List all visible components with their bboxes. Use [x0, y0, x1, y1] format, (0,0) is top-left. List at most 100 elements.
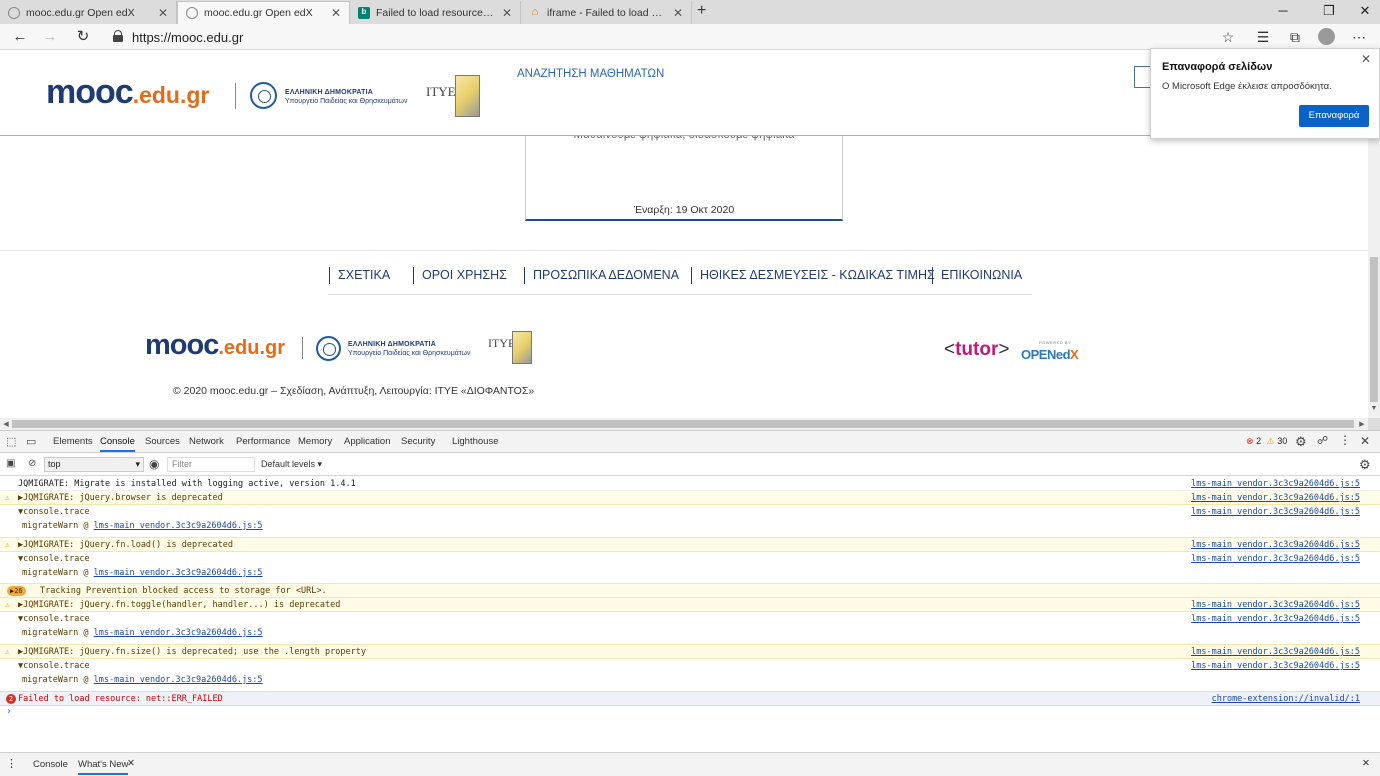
trace-link[interactable]: lms-main_vendor.3c3c9a2604d6.js:5	[94, 628, 263, 638]
favorites-list-icon[interactable]: ☰	[1253, 28, 1273, 46]
source-link[interactable]: lms-main_vendor.3c3c9a2604d6.js:5	[1191, 614, 1360, 624]
itye-logo-icon	[455, 75, 480, 117]
new-tab-icon[interactable]: +	[697, 2, 706, 20]
console-toolbar: ▣ ⊘ top ◉ Filter Default levels ▾ ⚙	[0, 453, 1380, 476]
source-link[interactable]: lms-main_vendor.3c3c9a2604d6.js:5	[1191, 540, 1360, 550]
console-prompt[interactable]: ›	[6, 706, 12, 717]
console-message[interactable]: JQMIGRATE: Migrate is installed with log…	[0, 477, 1380, 491]
close-tab-icon[interactable]: ✕	[673, 6, 683, 20]
devtools-tab-elements[interactable]: Elements	[53, 431, 93, 452]
back-icon[interactable]: ←	[8, 27, 32, 47]
drawer-tab-whats-new[interactable]: What's New	[78, 759, 129, 775]
collections-icon[interactable]: ⧉	[1285, 28, 1305, 46]
source-link[interactable]: lms-main_vendor.3c3c9a2604d6.js:5	[1191, 661, 1360, 671]
more-menu-icon[interactable]: ⋯	[1349, 28, 1369, 46]
devtools-menu-icon[interactable]: ⋮	[1339, 433, 1351, 447]
scroll-right-icon[interactable]: ▶	[1356, 420, 1368, 428]
tutor-logo: <tutor>	[944, 339, 1010, 360]
footer-link-privacy[interactable]: ΠΡΟΣΩΠΙΚΑ ΔΕΔΟΜΕΝΑ	[524, 267, 679, 284]
source-link[interactable]: lms-main_vendor.3c3c9a2604d6.js:5	[1191, 647, 1360, 657]
console-trace[interactable]: ▼console.trace lms-main_vendor.3c3c9a260…	[0, 552, 1380, 584]
restore-button[interactable]: Επαναφορά	[1299, 105, 1369, 127]
console-warning[interactable]: ⚠ ▶JQMIGRATE: jQuery.fn.toggle(handler, …	[0, 598, 1380, 612]
close-drawer-tab-icon[interactable]: ✕	[127, 758, 135, 769]
scroll-left-icon[interactable]: ◀	[0, 420, 12, 428]
scroll-thumb[interactable]	[1370, 257, 1378, 402]
console-settings-gear-icon[interactable]: ⚙	[1359, 457, 1371, 473]
forward-icon[interactable]: →	[38, 27, 62, 47]
source-link[interactable]: chrome-extension://invalid/:1	[1212, 694, 1360, 704]
scroll-down-icon[interactable]: ▼	[1368, 405, 1380, 412]
console-message-group[interactable]: ▶26 Tracking Prevention blocked access t…	[0, 584, 1380, 598]
device-toolbar-icon[interactable]: ▭	[26, 435, 36, 448]
close-tab-icon[interactable]: ✕	[158, 6, 168, 20]
source-link[interactable]: lms-main_vendor.3c3c9a2604d6.js:5	[1191, 493, 1360, 503]
reload-icon[interactable]: ↻	[71, 27, 95, 47]
filter-input[interactable]: Filter	[167, 457, 255, 472]
devtools-tab-performance[interactable]: Performance	[236, 431, 290, 452]
devtools-tab-lighthouse[interactable]: Lighthouse	[452, 431, 498, 452]
close-devtools-icon[interactable]: ✕	[1360, 434, 1370, 448]
settings-gear-icon[interactable]: ⚙	[1295, 434, 1307, 450]
error-count-badge: 2	[6, 694, 16, 704]
issue-counters[interactable]: ⊗ 2 ⚠ 30	[1246, 436, 1287, 447]
copyright-text: © 2020 mooc.edu.gr – Σχεδίαση, Ανάπτυξη,…	[173, 385, 535, 397]
footer-link-contact[interactable]: ΕΠΙΚΟΙΝΩΝΙΑ	[932, 267, 1022, 284]
devtools-tab-application[interactable]: Application	[344, 431, 390, 452]
log-levels-dropdown[interactable]: Default levels ▾	[261, 459, 322, 470]
devtools-tab-console[interactable]: Console	[100, 431, 135, 452]
divider	[235, 83, 236, 109]
devtools-tab-bar: ⬚ ▭ Elements Console Sources Network Per…	[0, 431, 1380, 453]
console-trace[interactable]: ▼console.trace lms-main_vendor.3c3c9a260…	[0, 612, 1380, 645]
console-warning[interactable]: ⚠ ▶JQMIGRATE: jQuery.browser is deprecat…	[0, 491, 1380, 505]
trace-link[interactable]: lms-main_vendor.3c3c9a2604d6.js:5	[94, 521, 263, 531]
close-tab-icon[interactable]: ✕	[331, 6, 341, 20]
horizontal-scrollbar[interactable]: ◀ ▶	[0, 418, 1368, 430]
search-courses-link[interactable]: ΑΝΑΖΗΤΗΣΗ ΜΑΘΗΜΑΤΩΝ	[517, 68, 664, 80]
source-link[interactable]: lms-main_vendor.3c3c9a2604d6.js:5	[1191, 507, 1360, 517]
close-icon[interactable]: ✕	[1361, 52, 1371, 66]
console-prompt-row[interactable]: ›	[0, 706, 1380, 720]
site-logo[interactable]: mooc.edu.gr	[46, 73, 209, 112]
devtools-tab-sources[interactable]: Sources	[145, 431, 180, 452]
url-field[interactable]: https://mooc.edu.gr	[132, 30, 243, 45]
console-error[interactable]: 2 Failed to load resource: net::ERR_FAIL…	[0, 692, 1380, 706]
browser-tab[interactable]: ⌂ iframe - Failed to load resource: ✕	[521, 1, 692, 24]
source-link[interactable]: lms-main_vendor.3c3c9a2604d6.js:5	[1191, 600, 1360, 610]
context-selector[interactable]: top	[44, 457, 144, 472]
profile-avatar[interactable]	[1318, 28, 1335, 45]
source-link[interactable]: lms-main_vendor.3c3c9a2604d6.js:5	[1191, 554, 1360, 564]
browser-tab[interactable]: mooc.edu.gr Open edX ✕	[0, 1, 177, 24]
footer-link-honor-code[interactable]: ΗΘΙΚΕΣ ΔΕΣΜΕΥΣΕΙΣ - ΚΩΔΙΚΑΣ ΤΙΜΗΣ	[691, 267, 935, 284]
footer-link-terms[interactable]: ΟΡΟΙ ΧΡΗΣΗΣ	[413, 267, 507, 284]
live-expression-eye-icon[interactable]: ◉	[149, 457, 159, 471]
browser-tab-active[interactable]: mooc.edu.gr Open edX ✕	[177, 1, 350, 24]
restore-window-icon[interactable]: ❐	[1314, 3, 1344, 19]
close-window-icon[interactable]: ✕	[1350, 3, 1380, 19]
minimize-icon[interactable]: ─	[1268, 3, 1298, 18]
drawer-menu-icon[interactable]: ⋮	[6, 757, 17, 770]
devtools-tab-network[interactable]: Network	[189, 431, 224, 452]
footer-link-about[interactable]: ΣΧΕΤΙΚΑ	[329, 267, 390, 284]
inspect-element-icon[interactable]: ⬚	[6, 435, 16, 448]
trace-link[interactable]: lms-main_vendor.3c3c9a2604d6.js:5	[94, 568, 263, 578]
console-warning[interactable]: ⚠ ▶JQMIGRATE: jQuery.fn.size() is deprec…	[0, 645, 1380, 659]
devtools-tab-security[interactable]: Security	[401, 431, 435, 452]
globe-icon	[8, 6, 20, 19]
scroll-thumb[interactable]	[12, 420, 1354, 428]
footer-logo[interactable]: mooc.edu.gr	[145, 329, 285, 362]
feedback-icon[interactable]: ☍	[1317, 434, 1328, 447]
source-link[interactable]: lms-main_vendor.3c3c9a2604d6.js:5	[1191, 479, 1360, 489]
devtools-tab-memory[interactable]: Memory	[298, 431, 332, 452]
close-drawer-icon[interactable]: ✕	[1362, 758, 1370, 769]
favorite-star-icon[interactable]: ☆	[1218, 28, 1238, 46]
clear-console-icon[interactable]: ⊘	[28, 458, 36, 469]
console-trace[interactable]: ▼console.trace lms-main_vendor.3c3c9a260…	[0, 505, 1380, 538]
console-warning[interactable]: ⚠ ▶JQMIGRATE: jQuery.fn.load() is deprec…	[0, 538, 1380, 552]
sidebar-toggle-icon[interactable]: ▣	[6, 458, 15, 469]
trace-link[interactable]: lms-main_vendor.3c3c9a2604d6.js:5	[94, 675, 263, 685]
browser-tab[interactable]: b Failed to load resource: net::ERR_ ✕	[350, 1, 521, 24]
drawer-tab-console[interactable]: Console	[33, 759, 68, 770]
close-tab-icon[interactable]: ✕	[502, 6, 512, 20]
console-trace[interactable]: ▼console.trace lms-main_vendor.3c3c9a260…	[0, 659, 1380, 692]
